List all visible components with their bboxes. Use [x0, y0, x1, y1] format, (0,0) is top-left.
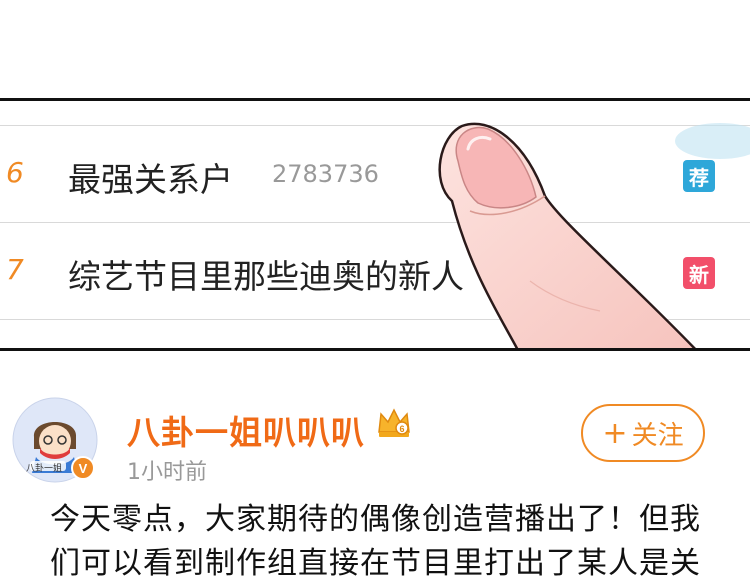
post-text-line: 今天零点，大家期待的偶像创造营播出了！但我 — [50, 502, 701, 537]
svg-text:6: 6 — [399, 424, 404, 434]
crown-vip-icon: 6 — [378, 408, 410, 437]
post-text: 今天零点，大家期待的偶像创造营播出了！但我 们可以看到制作组直接在节目里打出了某… — [50, 498, 722, 586]
avatar-caption: 八卦一姐 — [26, 464, 63, 474]
post-time: 1小时前 — [127, 460, 207, 485]
post-text-line: 们可以看到制作组直接在节目里打出了某人是关 — [50, 546, 701, 581]
plus-icon: + — [602, 415, 628, 451]
follow-button[interactable]: + 关注 — [581, 404, 705, 462]
finger-illustration — [438, 122, 696, 348]
author-name[interactable]: 八卦一姐叭叭叭 — [127, 406, 365, 454]
follow-label: 关注 — [631, 420, 684, 451]
svg-text:V: V — [79, 461, 88, 476]
trending-panel: 6 最强关系户 2783736 荐 7 综艺节目里那些迪奥的新人 新 — [0, 98, 750, 351]
